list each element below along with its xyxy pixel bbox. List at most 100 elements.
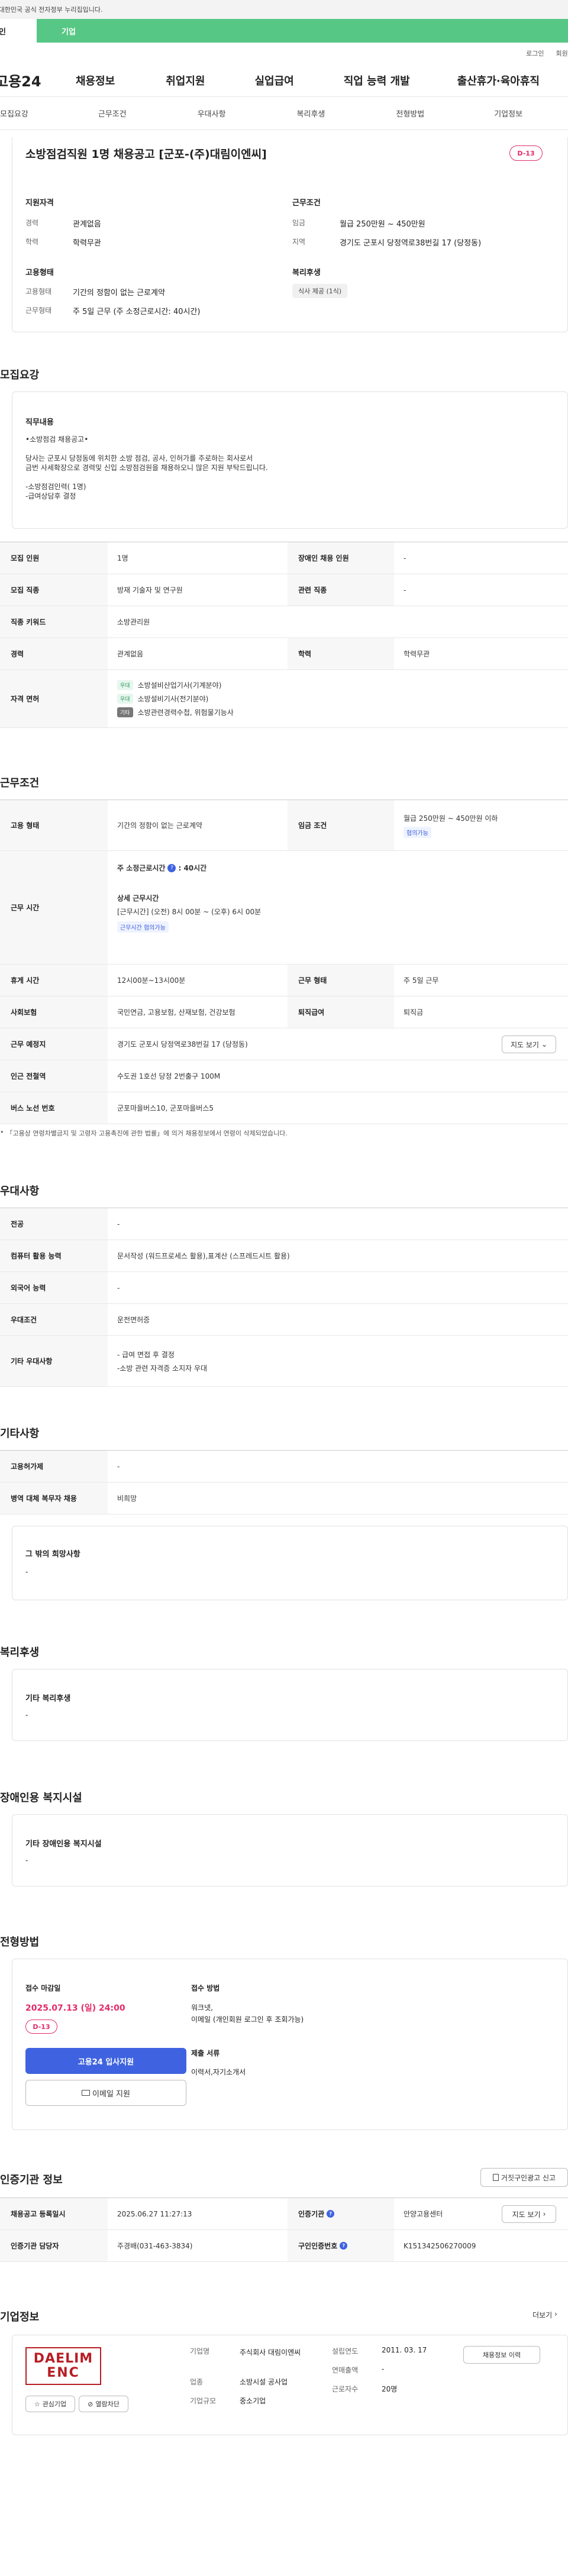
duty-line: 당사는 군포시 당정동에 위치한 소방 점검, 공사, 인허가를 주로하는 회사… bbox=[25, 454, 253, 462]
map-button-label: 지도 보기 bbox=[510, 1040, 539, 1049]
mail-icon bbox=[82, 2090, 91, 2096]
cert-table: 채용공고 등록일시 2025.06.27 11:27:13 인증기관 ? 안양고… bbox=[0, 2198, 568, 2262]
signup-link[interactable]: 회원가입 bbox=[556, 48, 568, 58]
wish-card: 그 밖의 희망사항 - bbox=[12, 1526, 568, 1600]
row-label: 인근 전철역 bbox=[0, 1060, 108, 1092]
pref-etc-line: - 급여 면접 후 결정 bbox=[117, 1350, 175, 1359]
row-value: 기간의 정함이 없는 근로계약 bbox=[117, 821, 202, 830]
anchor-work[interactable]: 근무조건 bbox=[98, 108, 127, 119]
table-row: 인근 전철역 수도권 1호선 당정 2번출구 100M bbox=[0, 1060, 568, 1092]
license-name: 소방설비산업기사(기계분야) bbox=[137, 681, 222, 690]
company-more-link[interactable]: 더보기 › bbox=[532, 2310, 557, 2320]
cert-map-button[interactable]: 지도 보기 › bbox=[502, 2205, 556, 2223]
nav-training[interactable]: 직업 능력 개발 bbox=[344, 73, 410, 88]
pref-title: 우대사항 bbox=[0, 1185, 40, 1198]
docs-value: 이력서,자기소개서 bbox=[191, 2068, 246, 2076]
recruit-title: 모집요강 bbox=[0, 369, 40, 381]
block-company-button[interactable]: ⊘ 열람차단 bbox=[79, 2396, 128, 2412]
row-label: 고용허가제 bbox=[0, 1451, 108, 1482]
row-value: 퇴직금 bbox=[404, 1008, 424, 1017]
method-line: 이메일 (개인회원 로그인 후 조회가능) bbox=[191, 2015, 304, 2024]
info-icon[interactable]: ? bbox=[327, 2210, 335, 2218]
tab-personal[interactable]: 개인 bbox=[0, 19, 37, 43]
info-icon[interactable]: ? bbox=[340, 2242, 348, 2250]
tab-business[interactable]: 기업 bbox=[37, 19, 568, 43]
hours-cell: 주 소정근로시간 ? : 40시간 상세 근무시간 [근무시간] (오전) 8시… bbox=[108, 851, 568, 964]
nav-leave[interactable]: 출산휴가·육아휴직 bbox=[457, 73, 540, 88]
row-value: 소방관리원 bbox=[117, 618, 150, 626]
email-apply-button[interactable]: 이메일 지원 bbox=[25, 2080, 186, 2106]
table-row: 기타 우대사항 - 급여 면접 후 결정 -소방 관련 자격증 소지자 우대 bbox=[0, 1336, 568, 1387]
company-size-value: 중소기업 bbox=[240, 2397, 266, 2405]
row-label: 사회보험 bbox=[0, 996, 108, 1028]
row-label: 구인인증번호 bbox=[298, 2242, 338, 2250]
summary-card: 소방점검직원 1명 채용공고 [군포-(주)대림이엔씨] D-13 지원자격 경… bbox=[12, 137, 568, 332]
row-label: 컴퓨터 활용 능력 bbox=[0, 1240, 108, 1271]
benefit-title: 복리후생 bbox=[0, 1646, 40, 1659]
table-row: 직종 키워드 소방관리원 bbox=[0, 606, 568, 638]
block-company-label: 열람차단 bbox=[95, 2400, 120, 2408]
duty-line: -소방점검인력( 1명) bbox=[25, 483, 86, 491]
row-label: 인증기관 담당자 bbox=[0, 2230, 108, 2261]
row-label: 우대조건 bbox=[0, 1304, 108, 1335]
row-value: 문서작성 (워드프로세스 활용),표계산 (스프레드시트 활용) bbox=[117, 1252, 290, 1260]
anchor-pref[interactable]: 우대사항 bbox=[198, 108, 226, 119]
login-link[interactable]: 로그인 bbox=[526, 48, 544, 58]
fav-company-button[interactable]: ☆ 관심기업 bbox=[25, 2396, 75, 2412]
logo[interactable]: 고용24 bbox=[0, 70, 70, 90]
info-icon[interactable]: ? bbox=[167, 863, 176, 872]
nav-employment-support[interactable]: 취업지원 bbox=[166, 73, 205, 88]
row-value: 학력무관 bbox=[404, 650, 430, 658]
table-row: 버스 노선 번호 군포마을버스10, 군포마을버스5 bbox=[0, 1092, 568, 1124]
report-button[interactable]: 거짓구인광고 신고 bbox=[480, 2168, 568, 2187]
row-label-with-icon: 구인인증번호 ? bbox=[288, 2230, 394, 2261]
selection-title: 전형방법 bbox=[0, 1936, 40, 1949]
table-row: 외국어 능력 - bbox=[0, 1272, 568, 1304]
table-row: 경력 관계없음 학력 학력무관 bbox=[0, 638, 568, 670]
table-row: 컴퓨터 활용 능력 문서작성 (워드프로세스 활용),표계산 (스프레드시트 활… bbox=[0, 1240, 568, 1272]
dday-badge: D-13 bbox=[509, 145, 543, 161]
duty-card: 직무내용 •소방점검 채용공고• 당사는 군포시 당정동에 위치한 소방 점검,… bbox=[12, 391, 568, 529]
row-label: 병역 대체 복무자 채용 bbox=[0, 1483, 108, 1514]
row-label-with-icon: 인증기관 ? bbox=[288, 2198, 394, 2229]
table-row: 근무 시간 주 소정근로시간 ? : 40시간 상세 근무시간 [근무시간] (… bbox=[0, 851, 568, 965]
deadline-dday-badge: D-13 bbox=[25, 2020, 57, 2034]
job-title: 소방점검직원 1명 채용공고 [군포-(주)대림이엔씨] bbox=[25, 148, 267, 161]
age-note-text: 「고용상 연령차별금지 및 고령자 고용촉진에 관한 법률」에 의거 채용정보에… bbox=[6, 1130, 288, 1137]
apply-button[interactable]: 고용24 입사지원 bbox=[25, 2048, 186, 2074]
row-value: 군포마을버스10, 군포마을버스5 bbox=[117, 1104, 214, 1112]
nav-unemployment[interactable]: 실업급여 bbox=[255, 73, 294, 88]
nav-jobs[interactable]: 채용정보 bbox=[76, 73, 115, 88]
company-title: 기업정보 bbox=[0, 2311, 40, 2323]
type-heading: 고용형태 bbox=[25, 268, 54, 277]
table-row: 사회보험 국민연금, 고용보험, 산재보험, 건강보험 퇴직급여 퇴직금 bbox=[0, 996, 568, 1028]
qual-list: 경력 관계없음 학력 학력무관 bbox=[25, 218, 101, 255]
disabled-card: 기타 장애인용 복지시설 - bbox=[12, 1814, 568, 1886]
row-label: 버스 노선 번호 bbox=[0, 1092, 108, 1124]
duty-label: 직무내용 bbox=[25, 418, 54, 427]
anchor-benefit[interactable]: 복리후생 bbox=[297, 108, 325, 119]
company-name-value: 주식회사 대림이엔씨 bbox=[240, 2348, 301, 2357]
anchor-recruit[interactable]: 모집요강 bbox=[0, 108, 28, 119]
license-name: 소방관련경력수첩, 위험물기능사 bbox=[137, 708, 234, 717]
row-value: 비희망 bbox=[117, 1494, 137, 1503]
disabled-value: - bbox=[25, 1856, 28, 1865]
license-name: 소방설비기사(전기분야) bbox=[137, 695, 209, 703]
type-emp-label: 고용형태 bbox=[25, 287, 52, 296]
recruit-table: 모집 인원 1명 장애인 채용 인원 - 모집 직종 방재 기술자 및 연구원 … bbox=[0, 542, 568, 728]
pref-etc-cell: - 급여 면접 후 결정 -소방 관련 자격증 소지자 우대 bbox=[108, 1336, 568, 1386]
map-button[interactable]: 지도 보기 ⌄ bbox=[502, 1035, 556, 1053]
job-history-button[interactable]: 채용정보 이력 bbox=[463, 2346, 540, 2364]
cond-region-label: 지역 bbox=[292, 238, 306, 246]
company-more-label: 더보기 bbox=[532, 2311, 553, 2319]
hours-detail-value: [근무시간] (오전) 8시 00분 ~ (오후) 6시 00분 bbox=[117, 908, 262, 916]
anchor-selection[interactable]: 전형방법 bbox=[396, 108, 424, 119]
anchor-company[interactable]: 기업정보 bbox=[494, 108, 522, 119]
method-label: 접수 방법 bbox=[191, 1984, 220, 1992]
cond-region-value: 경기도 군포시 당정역로38번길 17 (당정동) bbox=[340, 239, 482, 248]
chevron-right-icon: › bbox=[554, 2310, 557, 2318]
selection-card: 접수 마감일 2025.07.13 (일) 24:00 D-13 고용24 입사… bbox=[12, 1959, 568, 2130]
table-row: 채용공고 등록일시 2025.06.27 11:27:13 인증기관 ? 안양고… bbox=[0, 2198, 568, 2230]
employees-value: 20명 bbox=[382, 2385, 398, 2393]
duty-content: •소방점검 채용공고• 당사는 군포시 당정동에 위치한 소방 점검, 공사, … bbox=[25, 435, 268, 501]
